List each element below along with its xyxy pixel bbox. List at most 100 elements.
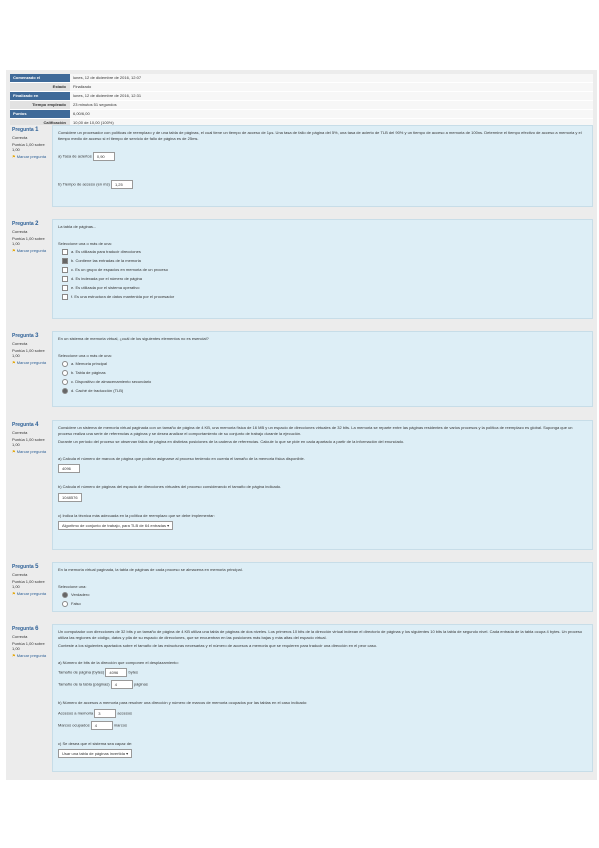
question-mark: Puntúa 1,00 sobre 1,00 [12,236,45,246]
question-info: Pregunta 4 Correcta Puntúa 1,00 sobre 1,… [10,420,52,550]
flag-icon: ⚑ [12,154,16,159]
question-4: Pregunta 4 Correcta Puntúa 1,00 sobre 1,… [10,420,593,550]
question-text: En la memoria virtual paginada, la tabla… [58,567,243,572]
field-label: b) Calcula el número de páginas del espa… [58,484,282,489]
answer-input[interactable]: 4 [90,720,113,730]
summary-label: Tiempo empleado [10,101,70,109]
summary-row: Estado Finalizado [10,83,593,92]
question-mark: Puntúa 1,00 sobre 1,00 [12,142,45,152]
field-unit: páginas [133,681,148,687]
question-text: Un computador con direcciones de 32 bits… [58,629,583,640]
summary-row: Tiempo empleado 23 minutos 51 segundos [10,101,593,110]
question-content: En la memoria virtual paginada, la tabla… [52,562,593,612]
field-label: Accesos a memoria [58,710,94,716]
answer-option[interactable]: e. Es utilizada por el sistema operativo [62,285,587,291]
question-1: Pregunta 1 Correcta Puntúa 1,00 sobre 1,… [10,125,593,207]
flag-icon: ⚑ [12,248,16,253]
question-content: Considere un sistema de memoria virtual … [52,420,593,550]
answer-input[interactable]: 4 [110,680,133,689]
summary-value: lunes, 12 de diciembre de 2016, 12:31 [70,92,593,100]
answer-option[interactable]: a. Memoria principal [62,361,587,367]
radio-button[interactable] [62,601,68,607]
answer-input[interactable]: 4096 [105,668,128,677]
summary-label: Estado [10,83,70,91]
answer-option[interactable]: Falso [62,601,587,607]
checkbox[interactable] [62,285,68,291]
answer-input[interactable]: 0,90 [92,152,115,161]
question-text: En un sistema de memoria virtual, ¿cuál … [58,336,209,341]
field-label: a) Tasa de aciertos [58,153,92,159]
summary-value: 23 minutos 51 segundos [70,101,593,109]
answer-option[interactable]: b. Contiene las entradas de la memoria [62,258,587,264]
answer-input[interactable]: 1,25 [110,180,133,189]
radio-button[interactable] [62,379,68,385]
question-6: Pregunta 6 Correcta Puntúa 1,00 sobre 1,… [10,624,593,772]
summary-value: 6,00/6,00 [70,110,593,118]
subquestion-label: b) Número de accesos a memoria para reso… [58,700,308,705]
field-unit: accesos [117,710,133,716]
summary-row: Comenzado el lunes, 12 de diciembre de 2… [10,74,593,83]
flag-question-link[interactable]: ⚑ Marcar pregunta [12,154,50,159]
subquestion-label: a) Número de bits de la dirección que co… [58,659,179,665]
answer-option[interactable]: f. Es una estructura de datos mantenida … [62,294,587,300]
field-unit: bytes [128,669,139,675]
answer-input[interactable]: 4096 [58,464,80,473]
field-label: Tamaño de la tabla (páginas) [58,681,110,687]
answer-option[interactable]: Verdadero [62,592,587,598]
answer-prompt: Seleccione una: [58,583,87,589]
flag-question-link[interactable]: ⚑ Marcar pregunta [12,360,50,365]
flag-icon: ⚑ [12,591,16,596]
question-mark: Puntúa 1,00 sobre 1,00 [12,641,45,651]
question-state: Correcta [12,229,28,234]
answer-option[interactable]: a. Es utilizada para traducir direccione… [62,249,587,255]
checkbox[interactable] [62,276,68,282]
question-info: Pregunta 5 Correcta Puntúa 1,00 sobre 1,… [10,562,52,612]
question-state: Correcta [12,135,28,140]
flag-icon: ⚑ [12,449,16,454]
attempt-summary: Comenzado el lunes, 12 de diciembre de 2… [10,74,593,128]
question-5: Pregunta 5 Correcta Puntúa 1,00 sobre 1,… [10,562,593,612]
summary-value: lunes, 12 de diciembre de 2016, 12:07 [70,74,593,82]
question-text-2: Conteste a los siguientes apartados sobr… [58,643,378,648]
question-info: Pregunta 2 Correcta Puntúa 1,00 sobre 1,… [10,219,52,319]
answer-option[interactable]: c. Dispositivo de almacenamiento secunda… [62,379,587,385]
question-number: Pregunta 1 [12,127,39,133]
select-label: c) Indica la técnica más adecuada en la … [58,512,215,518]
summary-label: Puntos [10,110,70,118]
answer-input[interactable]: 1048576 [58,492,82,502]
field-label: b) Tiempo de acceso (en ms) [58,181,110,187]
question-text: La tabla de páginas... [58,224,97,229]
answer-select[interactable]: Algoritmo de conjunto de trabajo, para T… [58,521,174,530]
question-mark: Puntúa 1,00 sobre 1,00 [12,579,45,589]
radio-button[interactable] [62,370,68,376]
checkbox[interactable] [62,294,68,300]
answer-input[interactable]: 3 [94,708,117,718]
question-number: Pregunta 6 [12,626,39,632]
question-content: En un sistema de memoria virtual, ¿cuál … [52,331,593,407]
answer-select[interactable]: Usar una tabla de páginas invertida ▾ [58,749,133,758]
flag-question-link[interactable]: ⚑ Marcar pregunta [12,591,50,596]
radio-button[interactable] [62,361,68,367]
question-content: Considere un procesador con políticas de… [52,125,593,207]
checkbox[interactable] [62,249,68,255]
field-label: a) Calcula el número de marcos de página… [58,455,305,461]
flag-question-link[interactable]: ⚑ Marcar pregunta [12,653,50,658]
question-text: Considere un sistema de memoria virtual … [58,425,573,436]
flag-icon: ⚑ [12,653,16,658]
checkbox[interactable] [62,267,68,273]
radio-button[interactable] [62,388,68,394]
summary-row: Puntos 6,00/6,00 [10,110,593,119]
answer-option[interactable]: d. Es indexada por el número de página [62,276,587,282]
question-info: Pregunta 3 Correcta Puntúa 1,00 sobre 1,… [10,331,52,407]
checkbox[interactable] [62,258,68,264]
flag-question-link[interactable]: ⚑ Marcar pregunta [12,449,50,454]
summary-value: Finalizado [70,83,593,91]
question-3: Pregunta 3 Correcta Puntúa 1,00 sobre 1,… [10,331,593,407]
question-number: Pregunta 5 [12,564,39,570]
answer-option[interactable]: b. Tabla de páginas [62,370,587,376]
answer-option[interactable]: c. Es un grupo de espacios en memoria de… [62,267,587,273]
flag-question-link[interactable]: ⚑ Marcar pregunta [12,248,50,253]
field-unit: marcos [113,722,127,728]
answer-option[interactable]: d. Caché de traducción (TLB) [62,388,587,394]
radio-button[interactable] [62,592,68,598]
